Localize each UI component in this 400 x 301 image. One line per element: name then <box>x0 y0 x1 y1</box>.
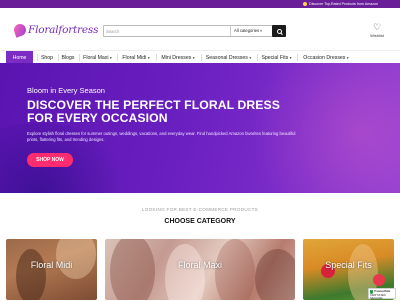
top-promo-bar: Discover Top-Rated Products from Amazon <box>0 0 400 8</box>
search-input[interactable] <box>106 27 224 35</box>
star-icon <box>303 2 308 6</box>
nav-item-label: Shop <box>40 54 54 61</box>
hero-headline: DISCOVER THE PERFECT FLORAL DRESS FOR EV… <box>27 99 327 125</box>
logo-text: Floralfortress <box>28 24 99 36</box>
nav-item-label: Special Fits <box>261 54 289 61</box>
card-photo <box>56 239 96 279</box>
category-title: CHOOSE CATEGORY <box>164 218 236 225</box>
category-select[interactable]: All categories ▾ <box>234 28 262 33</box>
site-logo[interactable]: Floralfortress <box>12 22 99 38</box>
main-nav: Home Shop Blogs Floral Maxi ▾ Floral Mid… <box>0 50 400 64</box>
chevron-down-icon: ▾ <box>249 55 252 60</box>
category-select-value: All categories <box>234 28 260 33</box>
category-card-floral-midi[interactable]: Floral Midi <box>6 239 97 300</box>
search-icon <box>276 28 282 34</box>
hero-banner: Bloom in Every Season DISCOVER THE PERFE… <box>0 63 400 193</box>
category-subtitle: LOOKING FOR BEST E-COMMERCE PRODUCTS <box>141 207 259 212</box>
hero-description: Explore stylish floral dresses for summe… <box>27 131 296 142</box>
chevron-down-icon: ▾ <box>260 28 262 33</box>
nav-item-label: Occasion Dresses <box>303 54 346 61</box>
category-card-label: Floral Maxi <box>177 260 222 270</box>
chevron-down-icon: ▾ <box>110 55 112 60</box>
trusted-site-subtitle: CERTIFIED SECURE <box>370 292 386 300</box>
category-card-label: Special Fits <box>325 260 372 270</box>
nav-item-label: Mini Dresses <box>161 54 192 61</box>
flower-logo-icon <box>12 22 28 38</box>
card-photo <box>16 249 46 300</box>
search-bar: All categories ▾ <box>103 25 286 37</box>
nav-item-label: Floral Maxi <box>83 54 109 61</box>
category-card-label: Floral Midi <box>30 260 73 270</box>
hero-headline-line-2: FOR EVERY OCCASION <box>27 111 168 125</box>
nav-item-label: Blogs <box>61 54 75 61</box>
search-divider <box>230 26 231 36</box>
site-header: Floralfortress All categories ▾ ♡ Wishli… <box>0 8 400 50</box>
chevron-down-icon: ▾ <box>192 55 195 60</box>
hero-kicker: Bloom in Every Season <box>27 86 105 95</box>
category-card-floral-maxi[interactable]: Floral Maxi <box>105 239 295 300</box>
promo-text: Discover Top-Rated Products from Amazon <box>309 2 378 6</box>
nav-item-label: Home <box>12 54 27 61</box>
chevron-down-icon: ▾ <box>289 55 292 60</box>
card-photo <box>255 249 295 300</box>
chevron-down-icon: ▾ <box>346 55 349 60</box>
nav-item-label: Seasonal Dresses <box>205 54 248 61</box>
hero-glow <box>250 63 400 193</box>
trusted-site-badge[interactable]: TrustedSite CERTIFIED SECURE <box>368 288 396 300</box>
card-photo <box>373 274 385 286</box>
wishlist-button[interactable]: ♡ Wishlist <box>366 22 388 39</box>
shop-now-button[interactable]: SHOP NOW <box>27 153 73 167</box>
nav-item-label: Floral Midi <box>122 54 147 61</box>
wishlist-label: Wishlist <box>370 33 384 38</box>
chevron-down-icon: ▾ <box>147 55 150 60</box>
search-button[interactable] <box>272 25 286 37</box>
heart-icon: ♡ <box>372 22 382 32</box>
promo-link[interactable]: Discover Top-Rated Products from Amazon <box>303 2 378 6</box>
card-photo <box>165 244 205 300</box>
